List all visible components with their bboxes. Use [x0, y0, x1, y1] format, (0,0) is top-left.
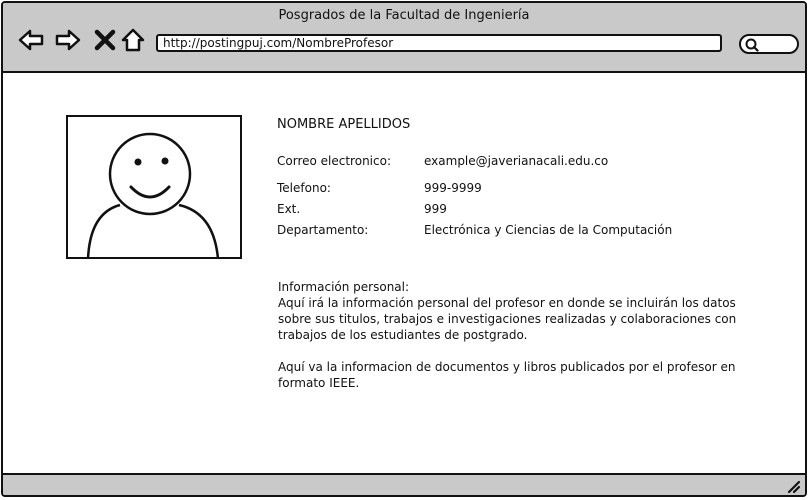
resize-grip-icon[interactable] [787, 480, 801, 494]
personal-info-title: Información personal: [278, 280, 410, 294]
browser-window: Posgrados de la Facultad de Ingeniería h… [1, 1, 807, 497]
browser-titlebar: Posgrados de la Facultad de Ingeniería h… [3, 3, 805, 73]
search-icon[interactable] [745, 38, 759, 52]
extension-label: Ext. [277, 202, 301, 216]
status-bar [3, 473, 805, 495]
window-title: Posgrados de la Facultad de Ingeniería [278, 8, 530, 23]
personal-info-section: Información personal: Aquí irá la inform… [278, 279, 748, 343]
extension-value: 999 [424, 202, 447, 216]
back-arrow-icon[interactable] [17, 26, 45, 54]
home-icon[interactable] [119, 26, 147, 54]
search-box[interactable] [739, 34, 799, 54]
department-label: Departamento: [277, 223, 369, 237]
phone-label: Telefono: [277, 181, 331, 195]
address-bar[interactable]: http://postingpuj.com/NombreProfesor [156, 34, 722, 52]
email-label: Correo electronico: [277, 154, 391, 168]
user-avatar-icon [86, 132, 220, 257]
department-value: Electrónica y Ciencias de la Computación [424, 223, 673, 237]
forward-arrow-icon[interactable] [54, 26, 82, 54]
phone-value: 999-9999 [424, 181, 482, 195]
publications-text: Aquí va la informacion de documentos y l… [278, 360, 736, 390]
personal-info-text: Aquí irá la información personal del pro… [278, 296, 737, 342]
close-icon[interactable] [91, 26, 119, 54]
professor-name: NOMBRE APELLIDOS [277, 117, 411, 132]
email-value: example@javerianacali.edu.co [424, 154, 609, 168]
profile-photo-placeholder [66, 115, 242, 259]
